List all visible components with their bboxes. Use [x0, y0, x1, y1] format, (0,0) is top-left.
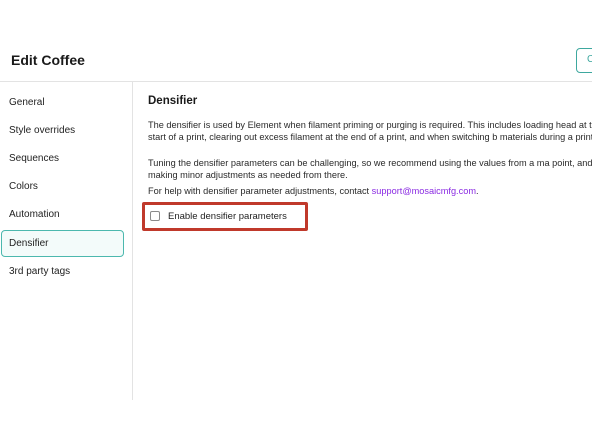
help-paragraph: For help with densifier parameter adjust…: [148, 186, 592, 198]
sidebar: General Style overrides Sequences Colors…: [0, 82, 133, 400]
sidebar-item-sequences[interactable]: Sequences: [1, 145, 124, 172]
header-bar: Edit Coffee C: [0, 32, 592, 82]
page-title: Edit Coffee: [11, 52, 85, 68]
help-text: For help with densifier parameter adjust…: [148, 186, 372, 196]
description-paragraph: The densifier is used by Element when fi…: [148, 120, 592, 142]
section-title: Densifier: [148, 95, 198, 107]
help-text-end: .: [475, 186, 479, 196]
tuning-paragraph: Tuning the densifier parameters can be c…: [148, 158, 592, 180]
sidebar-item-automation[interactable]: Automation: [1, 201, 124, 228]
support-email-link[interactable]: support@mosaicmfg.com: [372, 186, 476, 196]
sidebar-item-style-overrides[interactable]: Style overrides: [1, 117, 124, 144]
sidebar-item-colors[interactable]: Colors: [1, 173, 124, 200]
enable-densifier-label[interactable]: Enable densifier parameters: [168, 211, 287, 222]
enable-densifier-row[interactable]: Enable densifier parameters: [150, 209, 287, 223]
sidebar-item-3rd-party-tags[interactable]: 3rd party tags: [1, 258, 124, 285]
sidebar-item-general[interactable]: General: [1, 89, 124, 116]
sidebar-item-densifier[interactable]: Densifier: [1, 230, 124, 257]
checkbox-unchecked-icon[interactable]: [150, 211, 160, 221]
header-action-button[interactable]: C: [576, 48, 592, 73]
